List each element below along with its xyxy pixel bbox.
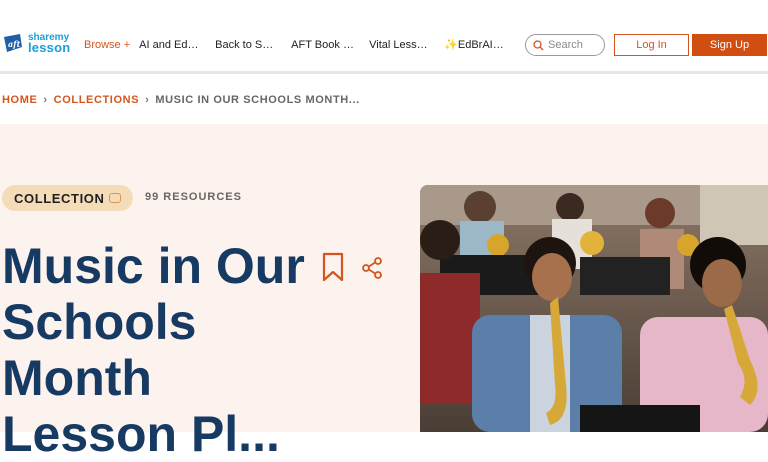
hero-photo [420, 185, 768, 432]
aft-logo-icon: aft [3, 33, 23, 53]
hero-photo-illustration [420, 185, 768, 432]
breadcrumb-collections[interactable]: COLLECTIONS [54, 94, 139, 106]
share-icon[interactable] [360, 256, 384, 285]
search-input[interactable]: Search [525, 34, 605, 56]
nav-browse[interactable]: Browse + [84, 39, 130, 51]
collection-badge: COLLECTION [2, 185, 133, 211]
search-placeholder: Search [548, 39, 583, 51]
nav-item-ai-education[interactable]: AI and Educ... [139, 39, 201, 51]
nav-item-back-to-school[interactable]: Back to Sch... [215, 39, 277, 51]
breadcrumb-separator: › [43, 94, 48, 106]
search-icon [533, 39, 544, 50]
nav-item-aft-book-club[interactable]: AFT Book Cl... [291, 39, 355, 51]
site-header: aft sharemy lesson Browse + AI and Educ.… [0, 0, 768, 74]
bookmark-icon[interactable] [322, 252, 344, 287]
resource-count: 99 RESOURCES [145, 191, 242, 203]
breadcrumb: HOME › COLLECTIONS › MUSIC IN OUR SCHOOL… [2, 94, 360, 106]
collection-badge-label: COLLECTION [14, 190, 105, 206]
login-button[interactable]: Log In [614, 34, 689, 56]
breadcrumb-home[interactable]: HOME [2, 94, 37, 106]
logo-line-2: lesson [28, 40, 71, 55]
page-title: Music in Our Schools Month Lesson Pl... [2, 238, 305, 462]
signup-button[interactable]: Sign Up [692, 34, 767, 56]
hero-section: COLLECTION 99 RESOURCES Music in Our Sch… [0, 124, 768, 462]
nav-item-vital-lessons[interactable]: Vital Lesso... [369, 39, 430, 51]
logo-text: sharemy lesson [28, 33, 71, 55]
main-nav: Browse + AI and Educ... Back to Sch... A… [84, 38, 522, 52]
logo[interactable]: aft sharemy lesson [3, 33, 71, 55]
collection-icon [108, 193, 121, 203]
svg-text:aft: aft [8, 39, 21, 49]
breadcrumb-separator: › [145, 94, 150, 106]
breadcrumb-current: MUSIC IN OUR SCHOOLS MONTH... [155, 94, 360, 106]
nav-item-edbrain[interactable]: ✨EdBrAIn I... [444, 38, 508, 51]
